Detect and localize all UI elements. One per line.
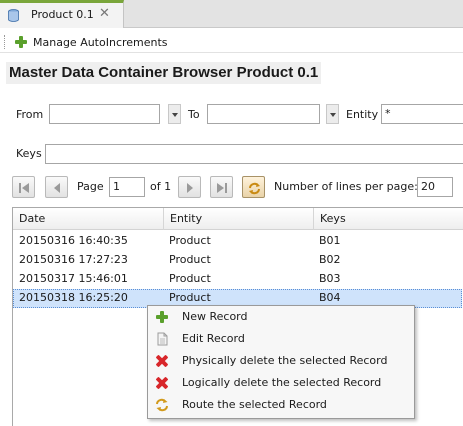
plus-icon: [14, 35, 28, 49]
entity-label: Entity: [346, 108, 379, 121]
cell-keys: B02: [319, 253, 341, 266]
delete-icon: [155, 376, 169, 390]
to-field[interactable]: [207, 104, 320, 124]
cell-date: 20150316 16:40:35: [19, 234, 128, 247]
toolbar-grip: [4, 35, 7, 49]
page-count-label: of 1: [150, 180, 172, 193]
cell-date: 20150317 15:46:01: [19, 272, 128, 285]
cell-entity: Product: [169, 272, 211, 285]
lines-per-page-label: Number of lines per page:: [274, 180, 418, 193]
menu-item-route-record[interactable]: Route the selected Record: [149, 394, 413, 416]
to-dropdown-button[interactable]: [326, 104, 339, 124]
to-label: To: [188, 108, 200, 121]
page-label: Page: [77, 180, 104, 193]
menu-item-label: Edit Record: [182, 332, 245, 345]
last-page-icon: [217, 183, 227, 193]
menu-item-label: Route the selected Record: [182, 398, 327, 411]
context-menu: New Record Edit Record Physically delete…: [147, 305, 415, 419]
from-field[interactable]: [49, 104, 160, 124]
tab-product[interactable]: Product 0.1 ✕: [0, 0, 124, 28]
table-row[interactable]: 20150317 15:46:01 Product B03: [13, 270, 463, 289]
next-page-button[interactable]: [178, 176, 201, 198]
table-row[interactable]: 20150316 17:27:23 Product B02: [13, 251, 463, 270]
last-page-button[interactable]: [210, 176, 233, 198]
document-icon: [157, 332, 168, 346]
from-dropdown-button[interactable]: [168, 104, 181, 124]
menu-item-label: New Record: [182, 310, 248, 323]
previous-page-button[interactable]: [45, 176, 68, 198]
first-page-icon: [19, 183, 29, 193]
manage-autoincrements-label: Manage AutoIncrements: [33, 35, 168, 49]
menu-item-new-record[interactable]: New Record: [149, 306, 413, 328]
plus-icon: [155, 310, 169, 324]
lines-per-page-field[interactable]: 20: [417, 177, 453, 197]
editor-tab-bar: Product 0.1 ✕: [0, 0, 463, 28]
refresh-button[interactable]: [242, 176, 265, 198]
keys-label: Keys: [16, 147, 42, 160]
menu-item-physical-delete[interactable]: Physically delete the selected Record: [149, 350, 413, 372]
column-header-keys[interactable]: Keys: [314, 208, 463, 230]
close-icon[interactable]: ✕: [99, 6, 110, 21]
page-title: Master Data Container Browser Product 0.…: [6, 62, 322, 84]
cell-keys: B01: [319, 234, 341, 247]
manage-autoincrements-button[interactable]: Manage AutoIncrements: [14, 33, 168, 51]
delete-icon: [155, 354, 169, 368]
table-header: Date Entity Keys: [13, 208, 463, 230]
database-icon: [8, 9, 19, 22]
cell-date: 20150318 16:25:20: [19, 291, 128, 304]
cell-entity: Product: [169, 291, 211, 304]
entity-select[interactable]: *: [381, 104, 463, 124]
tab-title: Product 0.1: [31, 8, 94, 21]
table-row[interactable]: 20150316 16:40:35 Product B01: [13, 232, 463, 251]
menu-item-label: Physically delete the selected Record: [182, 354, 388, 367]
menu-item-logical-delete[interactable]: Logically delete the selected Record: [149, 372, 413, 394]
cell-entity: Product: [169, 234, 211, 247]
from-label: From: [16, 108, 44, 121]
column-header-entity[interactable]: Entity: [164, 208, 314, 230]
previous-page-icon: [54, 183, 60, 193]
menu-item-edit-record[interactable]: Edit Record: [149, 328, 413, 350]
route-icon: [156, 398, 168, 412]
cell-keys: B03: [319, 272, 341, 285]
keys-field[interactable]: [45, 144, 463, 164]
column-header-date[interactable]: Date: [13, 208, 164, 230]
page-number-field[interactable]: 1: [109, 177, 145, 197]
cell-keys: B04: [319, 291, 341, 304]
toolbar: Manage AutoIncrements: [0, 31, 463, 53]
cell-entity: Product: [169, 253, 211, 266]
menu-item-label: Logically delete the selected Record: [182, 376, 382, 389]
first-page-button[interactable]: [12, 176, 35, 198]
cell-date: 20150316 17:27:23: [19, 253, 128, 266]
next-page-icon: [187, 183, 193, 193]
refresh-icon: [249, 182, 260, 195]
